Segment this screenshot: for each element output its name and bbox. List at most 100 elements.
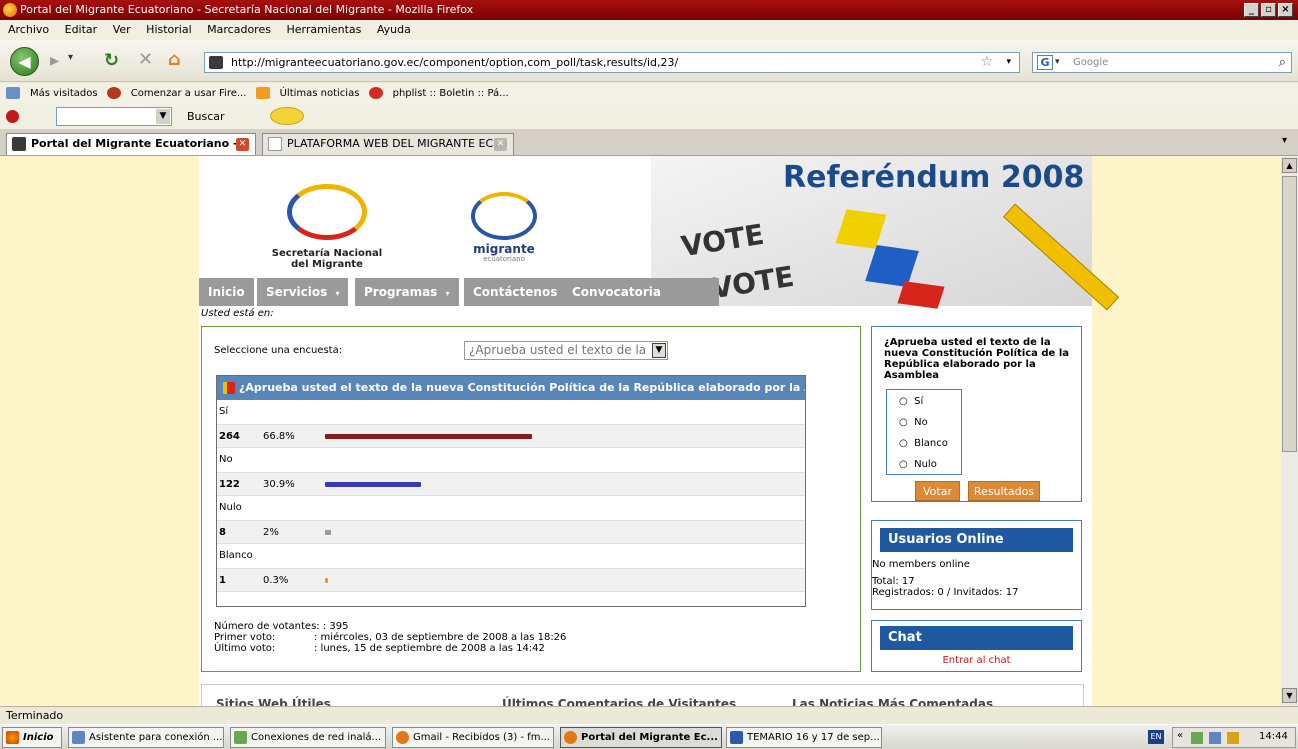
- migrante-logo: [471, 192, 537, 240]
- start-button[interactable]: Inicio: [2, 727, 62, 748]
- poll-votes: 1: [219, 575, 226, 586]
- url-bar[interactable]: http://migranteecuatoriano.gov.ec/compon…: [204, 52, 1020, 73]
- search-icon[interactable]: ⌕: [1279, 53, 1286, 72]
- taskbar-item-temario[interactable]: TEMARIO 16 y 17 de sep...: [726, 727, 882, 748]
- tray-expand-icon[interactable]: «: [1177, 730, 1183, 741]
- ballot-red-box: [897, 281, 945, 309]
- reload-icon[interactable]: ↻: [104, 50, 119, 71]
- last-vote-label: Último voto:: [214, 643, 276, 654]
- poll-result-row: 122 30.9%: [217, 472, 805, 496]
- online-users-title: Usuarios Online: [880, 528, 1073, 552]
- menu-herramientas[interactable]: Herramientas: [286, 23, 361, 36]
- network-icon[interactable]: [1191, 732, 1203, 744]
- poll-option-label: Sí: [219, 406, 229, 417]
- option-si[interactable]: ○ Sí: [899, 396, 923, 407]
- menu-historial[interactable]: Historial: [146, 23, 191, 36]
- bookmark-star-icon[interactable]: ☆: [980, 53, 993, 72]
- poll-stats: Número de votantes: : 395 Primer voto:: …: [214, 621, 566, 654]
- addon-search-input[interactable]: ▼: [56, 107, 172, 126]
- language-indicator[interactable]: EN: [1148, 730, 1164, 744]
- chat-title: Chat: [880, 626, 1073, 650]
- first-vote-value: : miércoles, 03 de septiembre de 2008 a …: [314, 632, 567, 643]
- close-tab-icon[interactable]: ✕: [236, 138, 249, 151]
- breadcrumb: Usted está en:: [201, 308, 274, 319]
- search-placeholder: Google: [1073, 57, 1109, 68]
- tab-list-icon[interactable]: ▾: [1282, 135, 1287, 146]
- bookmark-phplist[interactable]: phplist :: Boletin :: Pá...: [368, 87, 509, 99]
- poll-votes: 8: [219, 527, 226, 538]
- secretaria-logo: [287, 184, 367, 240]
- chat-module: Chat Entrar al chat: [871, 620, 1082, 672]
- nav-convocatoria[interactable]: Convocatoria iniciativas: [563, 278, 719, 327]
- search-input[interactable]: G ▾ Google ⌕: [1032, 52, 1292, 73]
- banner-headline: Referéndum 2008: [783, 160, 1085, 195]
- scroll-thumb[interactable]: [1282, 176, 1297, 452]
- minimize-button[interactable]: _: [1244, 3, 1259, 17]
- menu-ayuda[interactable]: Ayuda: [377, 23, 411, 36]
- poll-result-row: 264 66.8%: [217, 424, 805, 448]
- logo1-line2: del Migrante: [291, 259, 363, 270]
- nav-programas[interactable]: Programas ▾: [355, 278, 459, 306]
- tab-portal-migrante[interactable]: Portal del Migrante Ecuatoriano -... ✕: [6, 133, 256, 155]
- taskbar-item-asistente[interactable]: Asistente para conexión ...: [68, 727, 224, 748]
- nav-servicios[interactable]: Servicios ▾: [257, 278, 349, 306]
- engine-dropdown-icon[interactable]: ▾: [1055, 53, 1060, 72]
- close-button[interactable]: ×: [1278, 3, 1293, 17]
- maximize-button[interactable]: ▫: [1261, 3, 1276, 17]
- back-button[interactable]: ◀: [10, 47, 39, 76]
- poll-bar: [325, 578, 328, 583]
- menu-ver[interactable]: Ver: [113, 23, 131, 36]
- tab-plataforma-web[interactable]: PLATAFORMA WEB DEL MIGRANTE EC... ✕: [262, 133, 514, 155]
- stop-icon[interactable]: ✕: [138, 49, 153, 70]
- vertical-scrollbar[interactable]: ▲ ▼: [1281, 156, 1298, 706]
- forward-button[interactable]: ▸: [50, 50, 59, 71]
- ladybug-icon[interactable]: [6, 110, 19, 123]
- vote-button[interactable]: Votar: [915, 481, 960, 501]
- bookmark-comenzar[interactable]: Comenzar a usar Fire...: [106, 87, 246, 99]
- nav-inicio[interactable]: Inicio: [199, 278, 254, 306]
- scroll-down-icon[interactable]: ▼: [1282, 688, 1297, 703]
- page-container: Secretaría Nacional del Migrante migrant…: [199, 156, 1120, 706]
- taskbar-item-conexiones[interactable]: Conexiones de red inalá...: [230, 727, 386, 748]
- tray-app-icon[interactable]: [1227, 732, 1239, 744]
- online-line1: No members online: [872, 559, 970, 570]
- bookmark-mas-visitados[interactable]: Más visitados: [6, 87, 98, 99]
- volume-icon[interactable]: [1209, 732, 1221, 744]
- menu-marcadores[interactable]: Marcadores: [207, 23, 271, 36]
- voters-label: Número de votantes: :: [214, 621, 327, 632]
- url-dropdown-icon[interactable]: ▾: [1006, 53, 1011, 72]
- chevron-down-icon[interactable]: ▼: [652, 343, 666, 358]
- option-no[interactable]: ○ No: [899, 417, 928, 428]
- poll-select[interactable]: ¿Aprueba usted el texto de la ▼: [464, 341, 668, 360]
- results-button[interactable]: Resultados: [968, 481, 1040, 501]
- history-dropdown-icon[interactable]: ▾: [68, 52, 73, 63]
- bookmarks-toolbar: Más visitados Comenzar a usar Fire... Úl…: [0, 83, 1298, 105]
- nav-contactenos[interactable]: Contáctenos: [464, 278, 567, 306]
- bookmark-ultimas-noticias[interactable]: Últimas noticias: [255, 87, 359, 99]
- taskbar-item-gmail[interactable]: Gmail - Recibidos (3) - fm...: [392, 727, 554, 748]
- page-icon: [268, 137, 282, 151]
- menu-editar[interactable]: Editar: [65, 23, 98, 36]
- close-tab-icon[interactable]: ✕: [494, 138, 507, 151]
- scroll-up-icon[interactable]: ▲: [1282, 158, 1297, 173]
- footer-section: Sitios Web Útiles Últimos Comentarios de…: [201, 684, 1084, 706]
- side-poll-question: ¿Aprueba usted el texto de la nueva Cons…: [884, 337, 1069, 381]
- status-text: Terminado: [6, 709, 64, 722]
- poll-select-label: Seleccione una encuesta:: [214, 345, 343, 356]
- addon-search-label[interactable]: Buscar: [187, 110, 225, 123]
- option-blanco[interactable]: ○ Blanco: [899, 438, 948, 449]
- side-poll-options: ○ Sí ○ No ○ Blanco ○ Nulo: [886, 389, 962, 475]
- taskbar-item-portal[interactable]: Portal del Migrante Ec...: [560, 727, 722, 748]
- site-favicon: [209, 56, 223, 69]
- poll-bar: [325, 434, 533, 439]
- google-engine-icon[interactable]: G: [1037, 55, 1053, 70]
- logo2-line1: migrante: [473, 242, 535, 256]
- menu-archivo[interactable]: Archivo: [8, 23, 49, 36]
- home-icon[interactable]: ⌂: [168, 49, 181, 70]
- option-nulo[interactable]: ○ Nulo: [899, 459, 937, 470]
- logo1-line1: Secretaría Nacional: [271, 248, 383, 259]
- poll-bar: [325, 482, 421, 487]
- system-tray: « 14:44: [1172, 727, 1296, 748]
- enter-chat-link[interactable]: Entrar al chat: [872, 655, 1081, 666]
- smiley-icon[interactable]: [270, 107, 304, 125]
